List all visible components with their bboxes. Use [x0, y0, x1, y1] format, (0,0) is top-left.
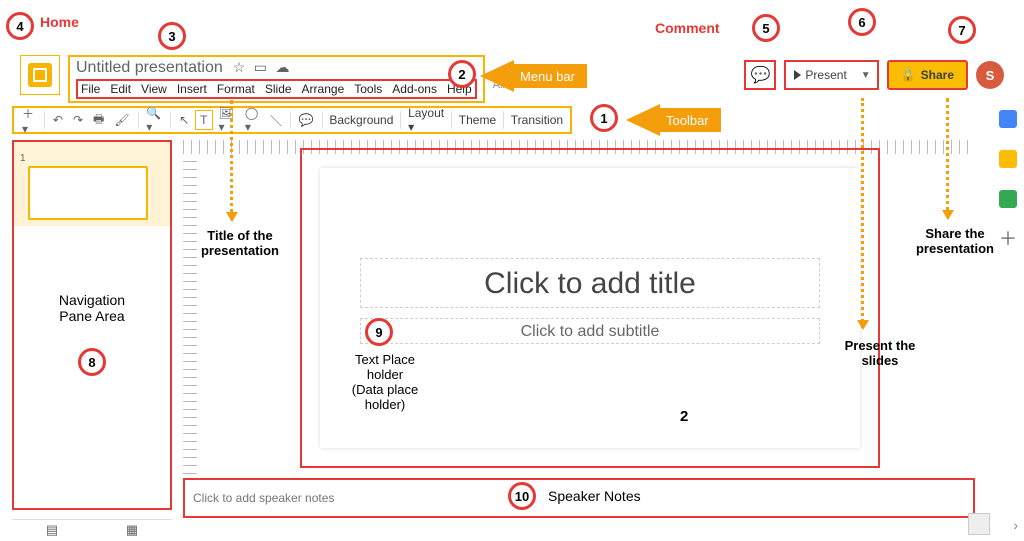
background-button[interactable]: Background	[326, 113, 396, 127]
present-caption: Present the slides	[830, 338, 930, 368]
comment-button[interactable]: 💬	[744, 60, 776, 90]
undo-button[interactable]: ↶	[49, 111, 67, 129]
title-placeholder[interactable]: Click to add title	[360, 258, 820, 308]
title-and-menu-region: Untitled presentation ☆ ▭ ☁ File Edit Vi…	[68, 55, 485, 103]
share-label: Share	[921, 68, 954, 82]
vertical-ruler	[183, 154, 197, 474]
present-button[interactable]: Present	[786, 68, 854, 82]
callout-7: 7	[948, 16, 976, 44]
callout-1: 1	[590, 104, 618, 132]
calendar-icon[interactable]	[999, 110, 1017, 128]
zoom-button[interactable]: 🔍 ▾	[142, 104, 166, 136]
present-button-group: Present ▼	[784, 60, 878, 90]
share-connector	[946, 98, 949, 218]
move-icon[interactable]: ▭	[254, 59, 267, 75]
subtitle-placeholder[interactable]: Click to add subtitle	[360, 318, 820, 344]
textbox-tool[interactable]: T	[195, 110, 212, 130]
present-label: Present	[805, 68, 846, 82]
lock-icon: 🔒	[901, 68, 916, 82]
shape-tool[interactable]: ◯ ▾	[241, 104, 264, 136]
keep-icon[interactable]	[999, 150, 1017, 168]
left-footer: ▤ ▦	[12, 519, 172, 539]
play-icon	[794, 70, 801, 80]
callout-8: 8	[78, 348, 106, 376]
callout-4: 4	[6, 12, 34, 40]
tasks-icon[interactable]	[999, 190, 1017, 208]
line-tool[interactable]: ＼	[266, 110, 286, 131]
select-tool[interactable]: ↖	[175, 111, 193, 129]
nav-caption: Navigation Pane Area	[14, 292, 170, 324]
new-slide-button[interactable]: ＋ ▾	[18, 103, 40, 138]
comment-icon: 💬	[750, 65, 770, 85]
thumb-index: 1	[20, 153, 26, 164]
comment-tool[interactable]: 💬	[295, 111, 318, 129]
slide-navigation-pane[interactable]: 1 Navigation Pane Area	[12, 140, 172, 510]
cloud-status-icon: ☁	[275, 59, 289, 75]
menu-bar: File Edit View Insert Format Slide Arran…	[76, 79, 477, 99]
menubar-arrow-tag: Menu bar	[480, 60, 587, 92]
placeholder-caption: Text Place holder (Data place holder)	[330, 352, 440, 412]
redo-button[interactable]: ↷	[69, 111, 87, 129]
menu-view[interactable]: View	[141, 82, 167, 96]
home-button[interactable]	[20, 55, 60, 95]
menu-tools[interactable]: Tools	[354, 82, 382, 96]
callout-3: 3	[158, 22, 186, 50]
menu-format[interactable]: Format	[217, 82, 255, 96]
title-caption: Title of the presentation	[180, 228, 300, 258]
speaker-caption: Speaker Notes	[548, 488, 641, 504]
menu-insert[interactable]: Insert	[177, 82, 207, 96]
menu-arrange[interactable]: Arrange	[302, 82, 345, 96]
menu-slide[interactable]: Slide	[265, 82, 292, 96]
theme-button[interactable]: Theme	[456, 113, 499, 127]
transition-button[interactable]: Transition	[508, 113, 566, 127]
image-tool[interactable]: 🖼 ▾	[215, 104, 239, 136]
star-icon[interactable]: ☆	[233, 59, 246, 75]
print-button[interactable]: 🖶	[89, 108, 108, 133]
doc-title-input[interactable]: Untitled presentation	[76, 59, 223, 77]
grid-view-icon[interactable]: ▦	[126, 522, 138, 538]
paint-format-button[interactable]: 🖌	[110, 111, 133, 129]
speaker-notes-placeholder: Click to add speaker notes	[193, 491, 334, 505]
callout-2: 2	[448, 60, 476, 88]
present-dropdown[interactable]: ▼	[855, 70, 877, 81]
slides-logo-icon	[28, 63, 52, 87]
callout-6: 6	[848, 8, 876, 36]
menu-addons[interactable]: Add-ons	[392, 82, 437, 96]
title-connector	[230, 100, 233, 220]
side-collapse-icon[interactable]: ›	[1013, 517, 1018, 533]
share-caption: Share the presentation	[900, 226, 1010, 256]
canvas-number: 2	[680, 408, 688, 425]
menu-edit[interactable]: Edit	[110, 82, 131, 96]
callout-comment-label: Comment	[655, 20, 720, 36]
filmstrip-view-icon[interactable]: ▤	[46, 522, 58, 538]
callout-home-label: Home	[40, 14, 79, 30]
callout-5: 5	[752, 14, 780, 42]
toolbar: ＋ ▾ ↶ ↷ 🖶 🖌 🔍 ▾ ↖ T 🖼 ▾ ◯ ▾ ＼ 💬 Backgrou…	[12, 106, 572, 134]
toolbar-arrow-tag: Toolbar	[626, 104, 721, 136]
slide-thumbnail-1[interactable]	[28, 166, 148, 220]
present-connector	[861, 98, 864, 328]
account-avatar[interactable]: S	[976, 61, 1004, 89]
callout-9: 9	[365, 318, 393, 346]
explore-button[interactable]	[968, 513, 990, 535]
callout-10: 10	[508, 482, 536, 510]
share-button[interactable]: 🔒 Share	[887, 60, 968, 90]
layout-button[interactable]: Layout ▾	[405, 106, 447, 134]
menu-file[interactable]: File	[81, 82, 100, 96]
